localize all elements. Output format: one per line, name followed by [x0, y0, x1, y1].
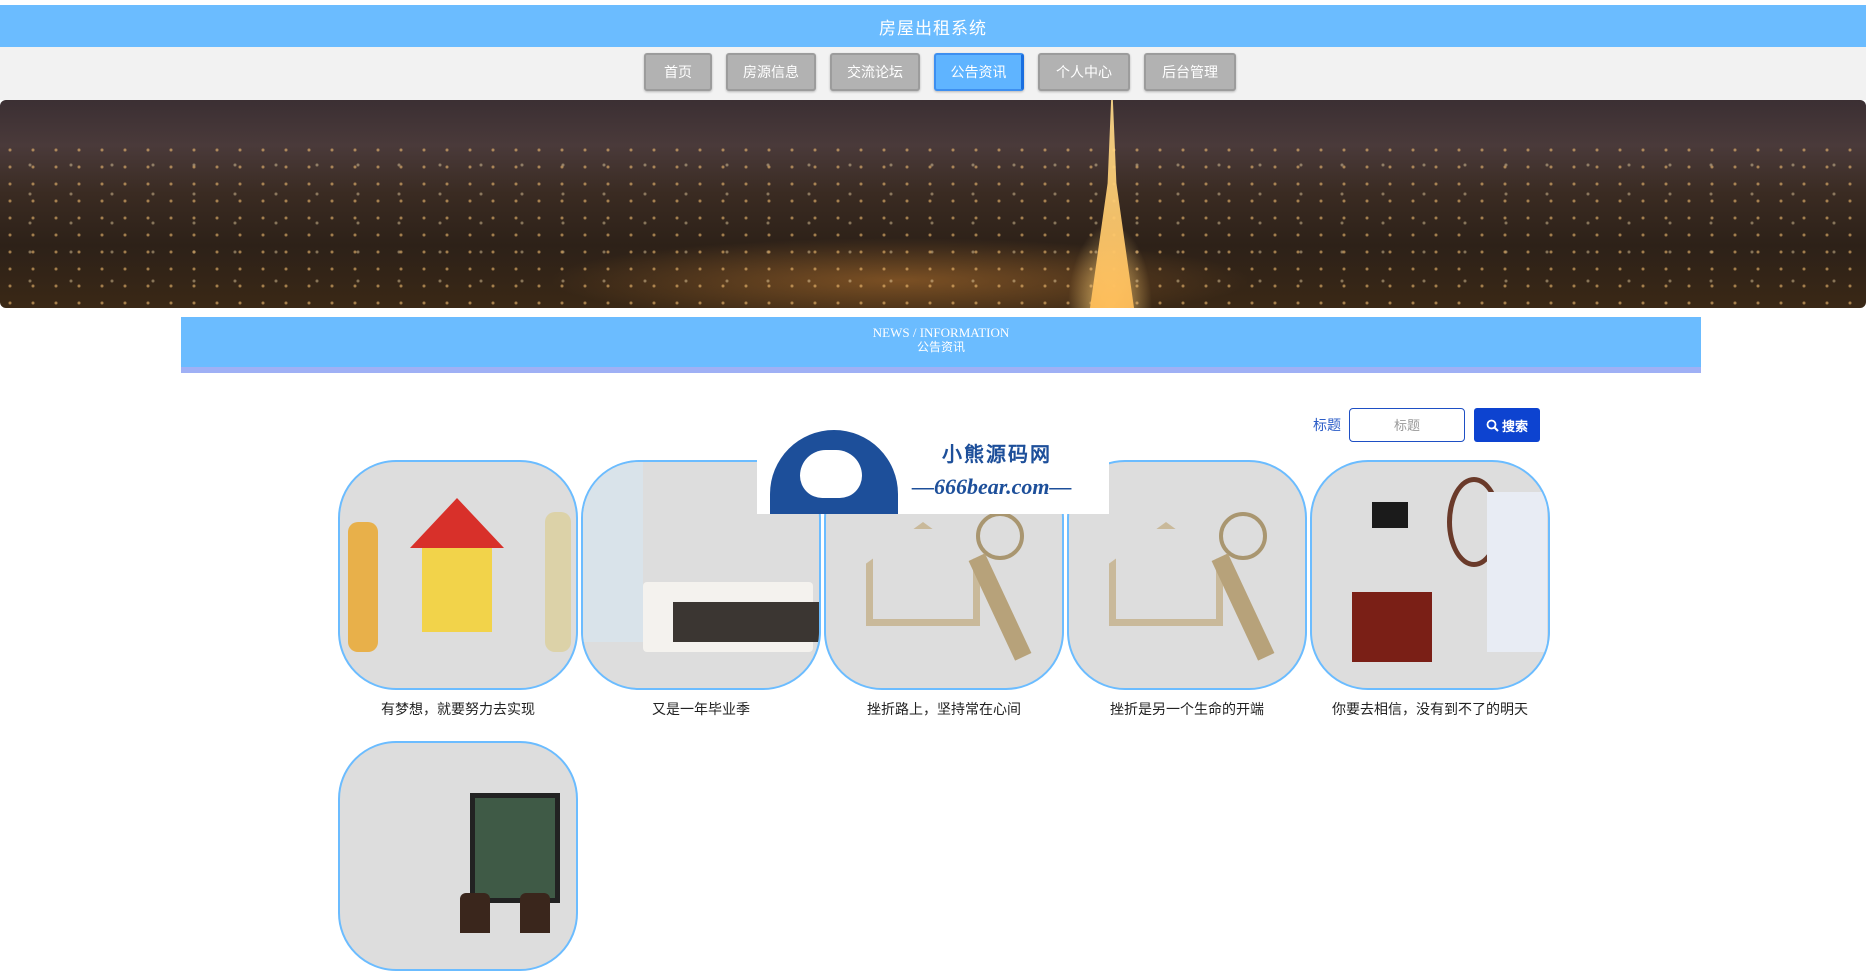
- bear-face: [800, 450, 862, 498]
- bear-logo-icon: [770, 430, 898, 514]
- search-icon: [1486, 419, 1499, 432]
- nav-item-forum[interactable]: 交流论坛: [830, 53, 920, 91]
- chair-right: [520, 893, 550, 933]
- news-image-empty-room: [338, 741, 578, 971]
- section-title-cn: 公告资讯: [916, 340, 965, 354]
- news-caption: 又是一年毕业季: [652, 701, 750, 717]
- red-table: [1352, 592, 1432, 662]
- news-caption: 挫折是另一个生命的开端: [1110, 701, 1264, 717]
- window-light: [583, 462, 643, 642]
- nav-item-admin[interactable]: 后台管理: [1144, 53, 1236, 91]
- refrigerator: [1487, 492, 1547, 652]
- news-caption: 你要去相信，没有到不了的明天: [1332, 701, 1528, 717]
- news-card[interactable]: [338, 741, 578, 980]
- city-night-banner: [0, 100, 1866, 308]
- nav-item-profile[interactable]: 个人中心: [1038, 53, 1130, 91]
- person-right: [545, 512, 571, 652]
- news-image-rental-cartoon: [338, 460, 578, 690]
- top-bar: 房屋出租系统: [0, 5, 1866, 47]
- city-lights: [0, 140, 1866, 308]
- nav-item-home[interactable]: 首页: [644, 53, 712, 91]
- small-tv: [1372, 502, 1408, 528]
- main-nav: 首页 房源信息 交流论坛 公告资讯 个人中心 后台管理: [644, 53, 1250, 91]
- news-card[interactable]: 有梦想，就要努力去实现: [338, 460, 578, 719]
- watermark-domain: —666bear.com—: [912, 474, 1072, 499]
- news-image-room-interior: [1310, 460, 1550, 690]
- section-title-en: NEWS / INFORMATION: [872, 325, 1010, 340]
- house-keychain: [1109, 522, 1223, 626]
- room-window: [470, 793, 560, 903]
- chair-left: [460, 893, 490, 933]
- watermark-overlay: 小熊源码网 —666bear.com—: [757, 430, 1109, 514]
- news-caption: 挫折路上，坚持常在心间: [867, 701, 1021, 717]
- bed-blanket: [673, 602, 819, 642]
- house-roof: [410, 498, 504, 548]
- search-button-label: 搜索: [1501, 418, 1528, 434]
- section-header: NEWS / INFORMATION 公告资讯: [181, 317, 1701, 373]
- person-left: [348, 522, 378, 652]
- search-label: 标题: [1313, 417, 1341, 433]
- search-button[interactable]: 搜索: [1474, 408, 1540, 442]
- watermark-site-name: 小熊源码网: [942, 444, 1052, 466]
- site-title: 房屋出租系统: [879, 18, 987, 38]
- news-caption: 有梦想，就要努力去实现: [381, 701, 535, 717]
- news-card[interactable]: 你要去相信，没有到不了的明天: [1310, 460, 1550, 719]
- nav-item-news[interactable]: 公告资讯: [934, 53, 1024, 91]
- title-search-input[interactable]: [1349, 408, 1465, 442]
- house-keychain: [866, 522, 980, 626]
- nav-item-listings[interactable]: 房源信息: [726, 53, 816, 91]
- search-bar: 标题 搜索: [1313, 408, 1540, 442]
